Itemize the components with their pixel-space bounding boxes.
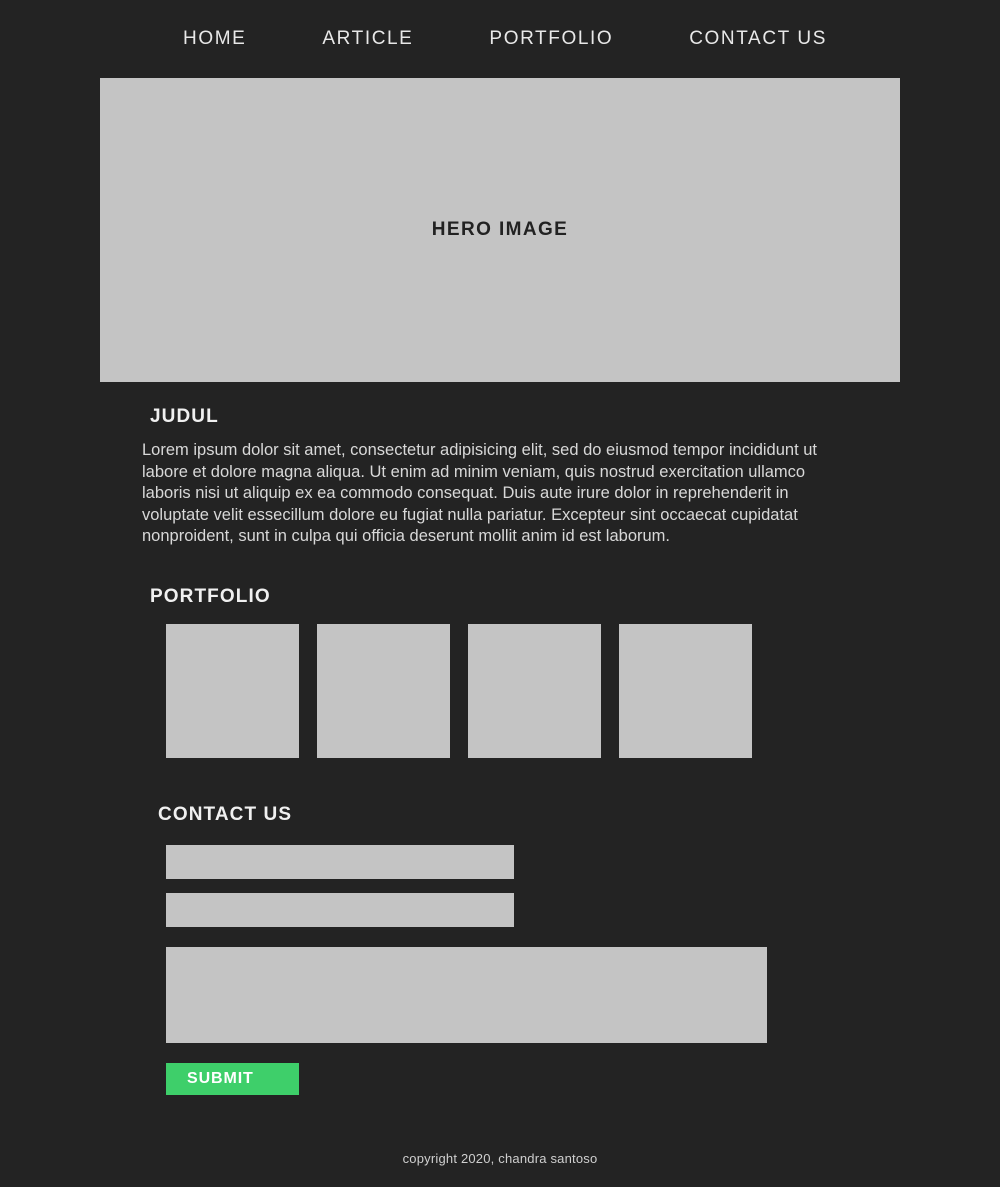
article-heading: JUDUL (150, 406, 219, 427)
portfolio-heading: PORTFOLIO (150, 586, 271, 607)
portfolio-thumbnail-2[interactable] (317, 624, 450, 758)
portfolio-thumbnail-3[interactable] (468, 624, 601, 758)
nav-link-contact-us[interactable]: CONTACT US (689, 28, 827, 49)
nav-item-portfolio[interactable]: PORTFOLIO (489, 28, 613, 50)
portfolio-grid (166, 624, 1000, 758)
contact-email-input[interactable] (166, 893, 514, 927)
portfolio-section: PORTFOLIO (0, 586, 1000, 758)
nav-link-portfolio[interactable]: PORTFOLIO (489, 28, 613, 49)
contact-form: SUBMIT (166, 845, 1000, 1095)
contact-heading: CONTACT US (158, 804, 293, 825)
portfolio-thumbnail-1[interactable] (166, 624, 299, 758)
main-navigation: HOME ARTICLE PORTFOLIO CONTACT US (0, 0, 1000, 78)
page-root: HOME ARTICLE PORTFOLIO CONTACT US HERO I… (0, 0, 1000, 1187)
article-section: JUDUL Lorem ipsum dolor sit amet, consec… (0, 406, 1000, 548)
contact-message-textarea[interactable] (166, 947, 767, 1043)
nav-link-article[interactable]: ARTICLE (322, 28, 413, 49)
footer-copyright: copyright 2020, chandra santoso (402, 1151, 598, 1166)
portfolio-thumbnail-4[interactable] (619, 624, 752, 758)
page-footer: copyright 2020, chandra santoso (0, 1150, 1000, 1168)
hero-image-placeholder: HERO IMAGE (100, 78, 900, 382)
nav-item-contact-us[interactable]: CONTACT US (689, 28, 827, 50)
nav-item-home[interactable]: HOME (183, 28, 246, 50)
submit-button[interactable]: SUBMIT (166, 1063, 299, 1095)
contact-section: CONTACT US SUBMIT (0, 804, 1000, 1095)
nav-link-home[interactable]: HOME (183, 28, 246, 49)
nav-item-article[interactable]: ARTICLE (322, 28, 413, 50)
article-paragraph: Lorem ipsum dolor sit amet, consectetur … (142, 441, 818, 545)
contact-name-input[interactable] (166, 845, 514, 879)
hero-image-label: HERO IMAGE (431, 219, 569, 240)
nav-list: HOME ARTICLE PORTFOLIO CONTACT US (105, 28, 895, 50)
